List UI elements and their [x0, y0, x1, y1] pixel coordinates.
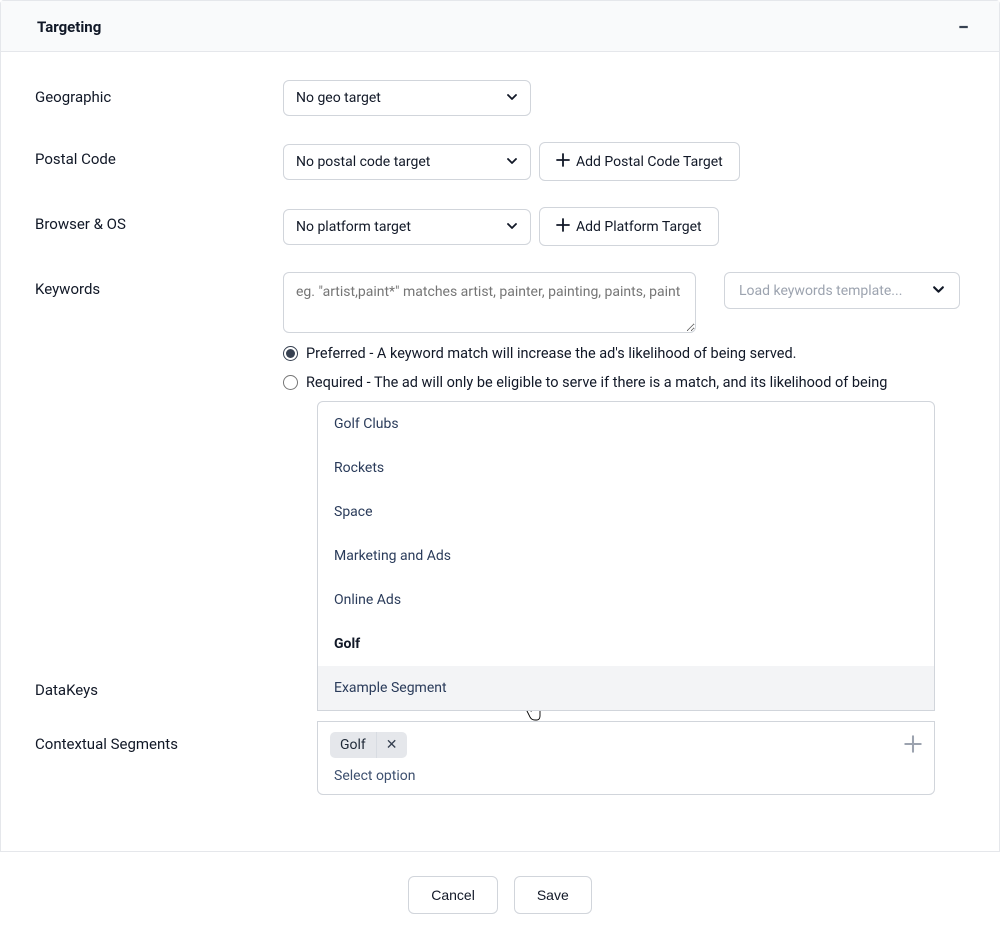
- geographic-select[interactable]: No geo target: [283, 80, 531, 116]
- panel-header: Targeting −: [1, 1, 999, 52]
- geographic-label: Geographic: [35, 80, 283, 106]
- panel-title: Targeting: [37, 18, 101, 36]
- dropdown-item[interactable]: Rockets: [318, 446, 934, 490]
- cancel-button[interactable]: Cancel: [408, 876, 498, 914]
- collapse-button[interactable]: −: [952, 17, 975, 37]
- geographic-select-value: No geo target: [296, 90, 381, 106]
- load-template-select[interactable]: Load keywords template...: [724, 272, 960, 309]
- dropdown-item[interactable]: Marketing and Ads: [318, 534, 934, 578]
- tag-text: Golf: [330, 732, 376, 758]
- required-radio-input[interactable]: [283, 375, 298, 390]
- keywords-preferred-radio[interactable]: Preferred - A keyword match will increas…: [283, 345, 965, 362]
- preferred-radio-input[interactable]: [283, 346, 298, 361]
- keywords-input[interactable]: [283, 272, 696, 333]
- add-tag-button[interactable]: [904, 735, 922, 756]
- keywords-required-radio[interactable]: Required - The ad will only be eligible …: [283, 374, 965, 391]
- chevron-down-icon: [506, 220, 518, 236]
- datakeys-label: DataKeys: [35, 681, 98, 699]
- required-radio-label: Required - The ad will only be eligible …: [306, 374, 887, 391]
- save-button[interactable]: Save: [514, 876, 592, 914]
- load-template-label: Load keywords template...: [739, 283, 902, 299]
- plus-icon: [556, 217, 570, 236]
- tag-pill: Golf ✕: [330, 732, 407, 758]
- browser-label: Browser & OS: [35, 207, 283, 233]
- postal-select[interactable]: No postal code target: [283, 144, 531, 180]
- keywords-label: Keywords: [35, 272, 283, 298]
- preferred-radio-label: Preferred - A keyword match will increas…: [306, 345, 797, 362]
- browser-select-value: No platform target: [296, 219, 411, 235]
- tag-remove-button[interactable]: ✕: [376, 732, 407, 758]
- segments-dropdown[interactable]: Golf ClubsRocketsSpaceMarketing and AdsO…: [317, 401, 935, 711]
- postal-select-value: No postal code target: [296, 154, 430, 170]
- dropdown-item[interactable]: Example Segment: [318, 666, 934, 710]
- add-platform-label: Add Platform Target: [576, 219, 702, 235]
- postal-label: Postal Code: [35, 142, 283, 168]
- dropdown-item[interactable]: Online Ads: [318, 578, 934, 622]
- add-postal-label: Add Postal Code Target: [576, 154, 723, 170]
- select-option-placeholder: Select option: [330, 766, 922, 784]
- dropdown-item[interactable]: Golf: [318, 622, 934, 666]
- chevron-down-icon: [932, 283, 945, 300]
- dropdown-item[interactable]: Golf Clubs: [318, 402, 934, 446]
- dropdown-item[interactable]: Space: [318, 490, 934, 534]
- chevron-down-icon: [506, 91, 518, 107]
- add-postal-button[interactable]: Add Postal Code Target: [539, 142, 740, 181]
- plus-icon: [556, 152, 570, 171]
- segments-tag-input[interactable]: Golf ✕ Select option: [317, 721, 935, 795]
- chevron-down-icon: [506, 155, 518, 171]
- browser-select[interactable]: No platform target: [283, 209, 531, 245]
- add-platform-button[interactable]: Add Platform Target: [539, 207, 719, 246]
- contextual-label: Contextual Segments: [35, 735, 178, 753]
